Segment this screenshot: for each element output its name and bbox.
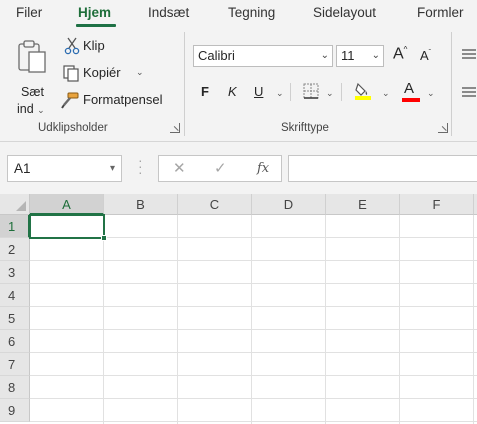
font-dialog-launcher-icon[interactable]	[438, 123, 448, 133]
column-header-c[interactable]: C	[178, 194, 252, 215]
borders-dropdown-icon[interactable]: ⌄	[326, 88, 334, 99]
font-color-letter: A	[404, 80, 415, 97]
copy-icon	[63, 65, 79, 82]
worksheet-grid: A B C D E F 1 2 3 4 5 6 7 8 9	[0, 194, 477, 424]
format-painter-button[interactable]: Formatpensel	[60, 91, 170, 111]
row-header-3[interactable]: 3	[0, 261, 30, 284]
grow-font-button[interactable]: A^	[393, 45, 407, 63]
font-name-combo[interactable]: Calibri ⌄	[193, 45, 333, 67]
font-name-value: Calibri	[198, 48, 235, 63]
font-divider	[290, 83, 291, 101]
highlight-dropdown-icon[interactable]: ⌄	[382, 88, 390, 99]
name-box[interactable]: A1 ▾	[7, 155, 122, 182]
cut-icon	[64, 37, 80, 55]
copy-label: Kopiér	[83, 65, 121, 80]
cut-label: Klip	[83, 38, 105, 53]
clipboard-group-label: Udklipsholder	[38, 122, 108, 134]
select-all-button[interactable]	[0, 194, 30, 215]
font-size-value: 11	[341, 48, 355, 63]
tab-sidelayout[interactable]: Sidelayout	[313, 5, 376, 20]
font-group-label: Skrifttype	[281, 122, 329, 134]
row-header-4[interactable]: 4	[0, 284, 30, 307]
paste-icon	[18, 40, 46, 73]
column-header-b[interactable]: B	[104, 194, 178, 215]
formula-bar: A1 ▾ · · · ✕ ✓ fx	[0, 142, 477, 194]
tab-filer[interactable]: Filer	[16, 5, 42, 20]
tab-hjem[interactable]: Hjem	[78, 5, 111, 20]
highlight-icon[interactable]	[353, 80, 373, 100]
italic-button[interactable]: K	[228, 84, 237, 99]
font-divider	[341, 83, 342, 101]
tab-tegning[interactable]: Tegning	[228, 5, 275, 20]
column-header-a[interactable]: A	[30, 194, 104, 215]
font-color-button[interactable]: A	[401, 78, 421, 102]
cut-button[interactable]: Klip	[64, 37, 124, 57]
paste-label-1: Sæt	[21, 85, 44, 99]
chevron-down-icon: ▾	[109, 163, 115, 174]
paste-button[interactable]: Sæt ind ⌄	[10, 36, 50, 116]
insert-function-icon[interactable]: fx	[257, 161, 269, 176]
column-header-e[interactable]: E	[326, 194, 400, 215]
tab-formler[interactable]: Formler	[417, 5, 464, 20]
bold-button[interactable]: F	[201, 84, 209, 99]
format-painter-label: Formatpensel	[83, 92, 163, 107]
align-icon[interactable]	[462, 86, 476, 98]
copy-button[interactable]: Kopiér ⌄	[62, 64, 152, 84]
drag-handle-icon[interactable]: · · ·	[138, 153, 143, 179]
font-color-swatch	[402, 98, 420, 102]
enter-icon[interactable]: ✓	[214, 159, 227, 177]
cancel-icon[interactable]: ✕	[173, 159, 186, 177]
underline-dropdown-icon[interactable]: ⌄	[276, 88, 284, 99]
row-header-7[interactable]: 7	[0, 353, 30, 376]
font-size-combo[interactable]: 11 ⌄	[336, 45, 384, 67]
active-cell-a1[interactable]	[29, 214, 105, 239]
formula-input[interactable]	[288, 155, 477, 182]
row-header-8[interactable]: 8	[0, 376, 30, 399]
formula-buttons: ✕ ✓ fx	[158, 155, 282, 182]
active-tab-indicator	[76, 24, 116, 27]
clipboard-dialog-launcher-icon[interactable]	[170, 123, 180, 133]
row-header-6[interactable]: 6	[0, 330, 30, 353]
paste-label-2: ind ⌄	[17, 102, 45, 116]
chevron-down-icon: ⌄	[320, 50, 329, 61]
select-all-icon	[16, 201, 26, 211]
row-header-9[interactable]: 9	[0, 399, 30, 422]
row-header-1[interactable]: 1	[0, 215, 30, 238]
chevron-down-icon: ⌄	[371, 50, 380, 61]
tab-indsaet[interactable]: Indsæt	[148, 5, 189, 20]
underline-button[interactable]: U	[254, 84, 263, 99]
ribbon-tab-bar: Filer Hjem Indsæt Tegning Sidelayout For…	[0, 0, 477, 28]
shrink-font-button[interactable]: Aˇ	[420, 48, 431, 63]
align-icon[interactable]	[462, 48, 476, 60]
fill-handle[interactable]	[101, 235, 107, 241]
borders-icon[interactable]	[303, 83, 319, 99]
name-box-value: A1	[14, 161, 31, 176]
ribbon: Sæt ind ⌄ Klip Kopiér ⌄ Formatpensel Udk…	[0, 28, 477, 142]
group-divider	[451, 32, 452, 136]
cell-area[interactable]	[30, 215, 477, 424]
font-color-dropdown-icon[interactable]: ⌄	[427, 88, 435, 99]
group-divider	[184, 32, 185, 136]
format-painter-icon	[61, 92, 79, 109]
column-header-d[interactable]: D	[252, 194, 326, 215]
copy-dropdown-icon[interactable]: ⌄	[136, 67, 144, 78]
row-header-5[interactable]: 5	[0, 307, 30, 330]
column-header-f[interactable]: F	[400, 194, 474, 215]
row-header-2[interactable]: 2	[0, 238, 30, 261]
